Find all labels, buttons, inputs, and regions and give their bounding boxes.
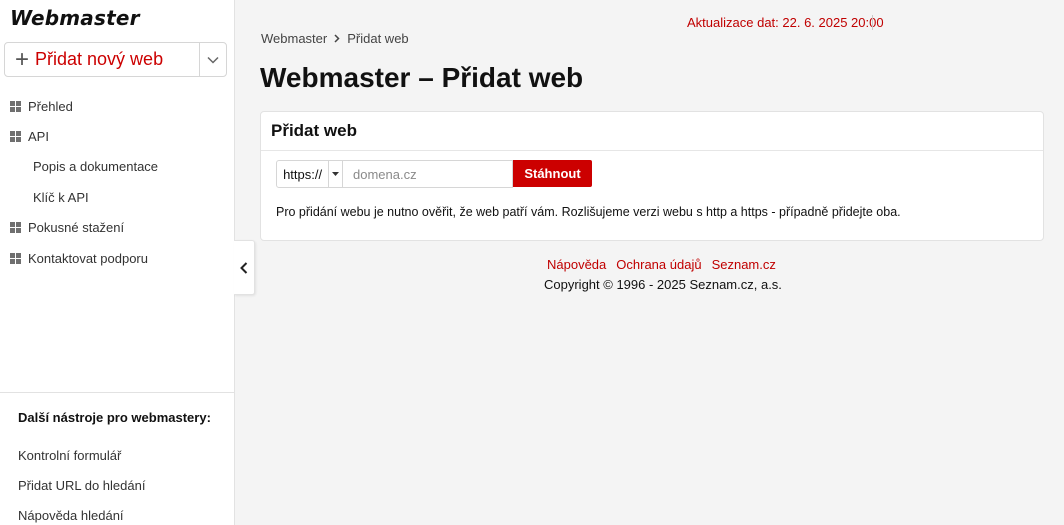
sidebar-item-label: API [28, 129, 49, 145]
collapse-sidebar-button[interactable] [234, 240, 255, 295]
sidebar: Webmaster + Přidat nový web Přehled API … [0, 0, 235, 525]
sidebar-item-api-docs[interactable]: Popis a dokumentace [0, 152, 234, 182]
add-web-card: Přidat web https:// Stáhnout Pro přidání… [260, 111, 1044, 241]
footer-links: Nápověda Ochrana údajů Seznam.cz [547, 257, 776, 272]
protocol-select[interactable]: https:// [276, 160, 343, 188]
page-title: Webmaster – Přidat web [260, 62, 584, 93]
breadcrumb-item-webmaster[interactable]: Webmaster [261, 31, 327, 46]
add-web-dropdown-button[interactable] [199, 43, 226, 76]
other-tools-heading: Další nástroje pro webmastery: [18, 410, 211, 425]
divider [872, 15, 873, 30]
sidebar-item-label: Přehled [28, 98, 73, 114]
download-button[interactable]: Stáhnout [513, 160, 592, 187]
sidebar-item-label: Klíč k API [33, 189, 89, 205]
chevron-left-icon [240, 261, 248, 274]
breadcrumb: Webmaster Přidat web [261, 31, 409, 46]
protocol-value: https:// [283, 166, 323, 182]
other-tools-section: Další nástroje pro webmastery: Kontrolní… [0, 392, 234, 525]
tools-link-control-form[interactable]: Kontrolní formulář [0, 440, 234, 470]
sidebar-item-api[interactable]: API [0, 121, 234, 151]
chevron-right-icon [334, 34, 340, 43]
grid-icon [10, 131, 21, 143]
sidebar-item-api-key[interactable]: Klíč k API [0, 182, 234, 212]
add-web-control: + Přidat nový web [4, 42, 227, 77]
add-web-form: https:// Stáhnout [276, 160, 592, 188]
sidebar-item-label: Popis a dokumentace [33, 159, 159, 175]
grid-icon [10, 100, 21, 112]
info-text: Pro přidání webu je nutno ověřit, že web… [276, 205, 901, 219]
sidebar-item-contact-support[interactable]: Kontaktovat podporu [0, 243, 234, 273]
data-update-status: Aktualizace dat: 22. 6. 2025 20:00 [687, 15, 884, 30]
grid-icon [10, 222, 21, 234]
copyright: Copyright © 1996 - 2025 Seznam.cz, a.s. [544, 277, 782, 292]
caret-down-icon [328, 161, 342, 187]
breadcrumb-item-current: Přidat web [347, 31, 409, 46]
sidebar-nav: Přehled API Popis a dokumentace Klíč k A… [0, 91, 234, 273]
add-new-web-label: Přidat nový web [35, 49, 164, 69]
sidebar-item-prehled[interactable]: Přehled [0, 91, 234, 121]
grid-icon [10, 252, 21, 264]
tools-link-search-help[interactable]: Nápověda hledání [0, 501, 234, 525]
chevron-down-icon [207, 56, 219, 64]
footer-link-seznam[interactable]: Seznam.cz [712, 257, 776, 272]
sidebar-item-label: Pokusné stažení [28, 220, 125, 236]
domain-input[interactable] [343, 160, 513, 188]
add-new-web-button[interactable]: + Přidat nový web [5, 43, 199, 76]
card-title: Přidat web [261, 112, 1043, 151]
logo[interactable]: Webmaster [10, 6, 140, 30]
sidebar-item-test-download[interactable]: Pokusné stažení [0, 213, 234, 243]
sidebar-item-label: Kontaktovat podporu [28, 250, 148, 266]
footer-link-privacy[interactable]: Ochrana údajů [616, 257, 701, 272]
footer-link-help[interactable]: Nápověda [547, 257, 606, 272]
tools-link-add-url[interactable]: Přidat URL do hledání [0, 470, 234, 500]
plus-icon: + [15, 45, 30, 73]
